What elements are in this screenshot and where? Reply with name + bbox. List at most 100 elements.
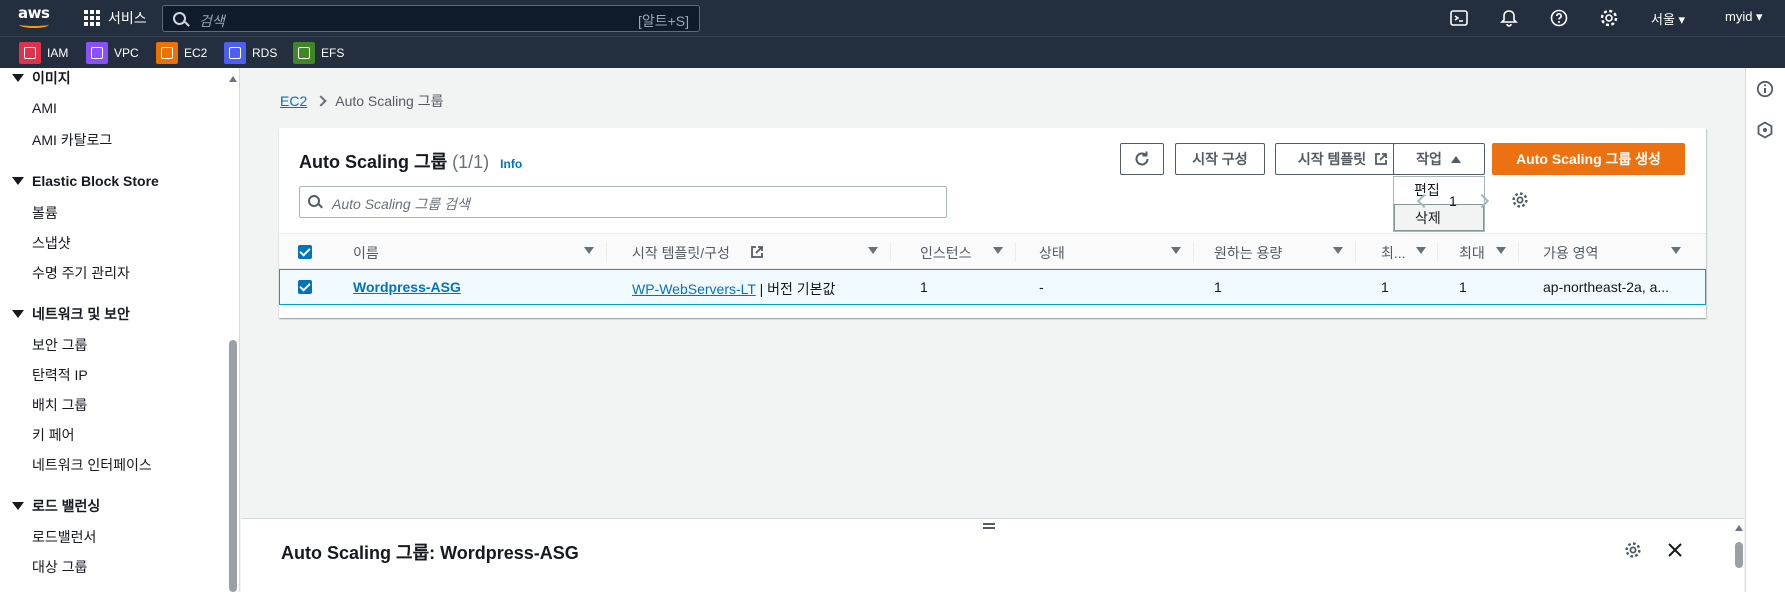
split-panel-settings-gear-icon[interactable] <box>1624 541 1642 559</box>
instances-count: 1 <box>920 279 928 295</box>
previous-page-icon[interactable] <box>1416 193 1432 209</box>
sort-icon[interactable] <box>1496 247 1506 254</box>
sidebar-section-images[interactable]: 이미지 <box>12 68 71 88</box>
aws-logo[interactable]: aws <box>18 6 52 30</box>
refresh-button[interactable] <box>1120 143 1164 175</box>
external-link-icon <box>1375 153 1388 165</box>
asg-name-link[interactable]: Wordpress-ASG <box>353 279 461 295</box>
scroll-up-icon[interactable] <box>229 76 237 82</box>
close-icon[interactable] <box>1667 542 1683 558</box>
sidebar-item-ami-catalog[interactable]: AMI 카탈로그 <box>32 130 112 150</box>
select-all-checkbox[interactable] <box>298 245 312 259</box>
current-page[interactable]: 1 <box>1449 193 1457 209</box>
favorites-bar: IAM VPC EC2 RDS EFS <box>0 36 1785 68</box>
sidebar-scrollbar[interactable] <box>228 72 238 592</box>
favorite-vpc[interactable]: VPC <box>86 42 139 64</box>
help-icon[interactable] <box>1549 8 1569 28</box>
sort-icon[interactable] <box>868 247 878 254</box>
button-label: 시작 템플릿 <box>1297 151 1367 167</box>
favorite-label: VPC <box>114 46 139 60</box>
sidebar-item-key-pairs[interactable]: 키 페어 <box>32 425 75 445</box>
sort-icon[interactable] <box>1171 247 1181 254</box>
favorite-efs[interactable]: EFS <box>293 42 344 64</box>
sidebar-item-snapshots[interactable]: 스냅샷 <box>32 233 71 253</box>
row-checkbox[interactable] <box>298 280 312 294</box>
pagination: 1 <box>1416 193 1489 209</box>
column-header-min[interactable]: 최... <box>1381 243 1406 263</box>
column-header-availability-zones[interactable]: 가용 영역 <box>1543 243 1598 263</box>
global-search-input[interactable]: 검색 [알트+S] <box>162 5 700 32</box>
caret-down-icon <box>12 310 24 318</box>
launch-templates-button[interactable]: 시작 템플릿 <box>1275 143 1411 175</box>
favorite-label: IAM <box>47 46 69 60</box>
sidebar-item-elastic-ips[interactable]: 탄력적 IP <box>32 365 88 385</box>
min-value: 1 <box>1381 279 1389 295</box>
settings-gear-icon[interactable] <box>1599 8 1619 28</box>
top-navigation: aws 서비스 검색 [알트+S] 서울 ▾ myid ▾ <box>0 0 1785 36</box>
column-header-name[interactable]: 이름 <box>353 243 379 263</box>
services-label: 서비스 <box>108 10 147 26</box>
column-header-launch-template[interactable]: 시작 템플릿/구성 <box>632 243 730 263</box>
panel-title: Auto Scaling 그룹 (1/1) Info <box>299 148 522 174</box>
breadcrumb-ec2-link[interactable]: EC2 <box>280 93 307 109</box>
column-header-instances[interactable]: 인스턴스 <box>920 243 972 263</box>
external-link-icon <box>751 246 763 258</box>
hexagon-tutorial-icon[interactable] <box>1756 121 1774 139</box>
sidebar-item-ami[interactable]: AMI <box>32 100 57 116</box>
favorite-rds[interactable]: RDS <box>224 42 277 64</box>
auto-scaling-groups-table-panel: Auto Scaling 그룹 (1/1) Info 시작 구성 시작 템플릿 … <box>279 128 1706 318</box>
sidebar-item-security-groups[interactable]: 보안 그룹 <box>32 335 87 355</box>
info-link[interactable]: Info <box>500 157 522 171</box>
launch-configurations-button[interactable]: 시작 구성 <box>1175 143 1265 175</box>
region-selector[interactable]: 서울 ▾ <box>1651 9 1685 28</box>
sort-icon[interactable] <box>1333 247 1343 254</box>
sidebar-item-volumes[interactable]: 볼륨 <box>32 203 58 223</box>
services-button[interactable]: 서비스 <box>84 8 147 28</box>
split-panel-scrollbar[interactable] <box>1734 525 1744 585</box>
sort-icon[interactable] <box>993 247 1003 254</box>
sidebar-item-network-interfaces[interactable]: 네트워크 인터페이스 <box>32 455 152 475</box>
next-page-icon[interactable] <box>1474 193 1489 209</box>
search-icon <box>173 12 186 25</box>
sidebar-item-lifecycle-manager[interactable]: 수명 주기 관리자 <box>32 263 130 283</box>
create-auto-scaling-group-button[interactable]: Auto Scaling 그룹 생성 <box>1492 143 1685 175</box>
info-panel-icon[interactable] <box>1756 80 1774 98</box>
favorite-iam[interactable]: IAM <box>19 42 68 64</box>
scrollbar-thumb[interactable] <box>1735 542 1743 568</box>
table-row[interactable]: Wordpress-ASG WP-WebServers-LT | 버전 기본값 … <box>279 269 1706 305</box>
sidebar-item-load-balancers[interactable]: 로드밸런서 <box>32 527 96 547</box>
launch-template-link[interactable]: WP-WebServers-LT <box>632 281 756 297</box>
cloudshell-icon[interactable] <box>1449 8 1469 28</box>
status-value: - <box>1039 279 1044 295</box>
table-search-input[interactable]: Auto Scaling 그룹 검색 <box>299 186 947 218</box>
column-header-desired-capacity[interactable]: 원하는 용량 <box>1214 243 1282 263</box>
account-menu[interactable]: myid ▾ <box>1725 9 1763 25</box>
sidebar-section-network-security[interactable]: 네트워크 및 보안 <box>12 304 130 324</box>
column-header-max[interactable]: 최대 <box>1459 243 1485 263</box>
search-placeholder: 검색 <box>199 13 225 29</box>
search-shortcut: [알트+S] <box>637 13 689 29</box>
ec2-service-icon <box>156 42 178 64</box>
actions-dropdown-button[interactable]: 작업 <box>1393 143 1485 175</box>
sidebar-section-load-balancing[interactable]: 로드 밸런싱 <box>12 496 100 516</box>
button-label: 시작 구성 <box>1192 151 1248 167</box>
scroll-up-icon[interactable] <box>1735 525 1743 531</box>
scrollbar-thumb[interactable] <box>229 340 237 592</box>
sort-icon[interactable] <box>1416 247 1426 254</box>
sidebar-section-ebs[interactable]: Elastic Block Store <box>12 173 159 189</box>
favorite-label: EC2 <box>184 46 208 60</box>
max-value: 1 <box>1459 279 1467 295</box>
favorite-label: EFS <box>321 46 345 60</box>
favorite-ec2[interactable]: EC2 <box>156 42 207 64</box>
column-header-status[interactable]: 상태 <box>1039 243 1065 263</box>
sidebar-navigation: 이미지 AMI AMI 카탈로그 Elastic Block Store 볼륨 … <box>0 68 240 592</box>
sidebar-item-target-groups[interactable]: 대상 그룹 <box>32 557 87 577</box>
table-preferences-gear-icon[interactable] <box>1511 191 1529 209</box>
sidebar-item-placement-groups[interactable]: 배치 그룹 <box>32 395 87 415</box>
template-version: | 버전 기본값 <box>759 281 836 297</box>
resize-handle-icon[interactable] <box>983 523 995 529</box>
sort-icon[interactable] <box>1671 247 1681 254</box>
efs-service-icon <box>293 42 315 64</box>
sort-icon[interactable] <box>584 247 594 254</box>
notifications-bell-icon[interactable] <box>1499 8 1519 28</box>
